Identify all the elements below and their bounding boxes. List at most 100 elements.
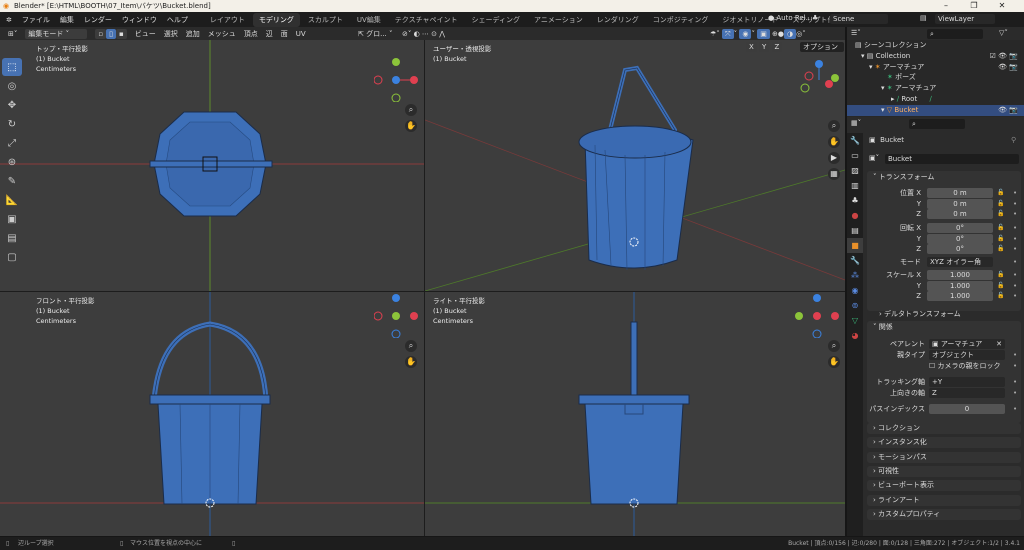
mode-dropdown[interactable]: 編集モード ˅: [25, 28, 88, 39]
menu-face[interactable]: 面: [281, 29, 288, 39]
data-tab-icon[interactable]: ▽: [847, 313, 863, 328]
scale-tool-icon[interactable]: ⤢: [2, 134, 22, 152]
lock-icon[interactable]: 🔓: [997, 281, 1004, 291]
constraints-tab-icon[interactable]: ⊚: [847, 298, 863, 313]
parent-type-dropdown[interactable]: オブジェクト: [929, 350, 1005, 360]
parent-field[interactable]: ▣ アーマチュア ✕: [929, 339, 1005, 349]
minimize-button[interactable]: –: [935, 0, 957, 12]
rotation-mode-dropdown[interactable]: XYZ オイラー角: [927, 257, 993, 267]
outliner-item-selected[interactable]: ▾ ▽ Bucket 👁 📷: [847, 104, 1024, 116]
cursor-tool-icon[interactable]: ◎: [2, 77, 22, 95]
zoom-icon[interactable]: ⌕: [405, 340, 417, 352]
physics-tab-icon[interactable]: ◉: [847, 283, 863, 298]
scene-field[interactable]: Scene: [830, 14, 888, 24]
axis-lock-buttons[interactable]: X Y Z: [746, 42, 783, 52]
keyframe-dot[interactable]: •: [1013, 188, 1017, 198]
menu-window[interactable]: ウィンドウ: [122, 15, 157, 25]
viewport-display-panel[interactable]: › ビューポート表示: [867, 480, 1021, 491]
outliner-item[interactable]: ✶ ポーズ: [847, 72, 1024, 83]
lock-icon[interactable]: 🔓: [997, 188, 1004, 198]
visibility-icons[interactable]: ☑ 👁 📷: [990, 51, 1018, 62]
lock-icon[interactable]: 🔓: [997, 223, 1004, 233]
axis-gizmo[interactable]: [795, 294, 839, 339]
menu-vertex[interactable]: 頂点: [244, 29, 258, 39]
material-tab-icon[interactable]: ◕: [847, 328, 863, 343]
line-art-panel[interactable]: › ラインアート: [867, 495, 1021, 506]
up-axis-dropdown[interactable]: Z: [929, 388, 1005, 398]
location-x-field[interactable]: 0 m: [927, 188, 993, 198]
pivot-icon[interactable]: ⊘˅ ◐ ⋯ ⊙ ⋀: [402, 30, 445, 38]
viewlayer-icon[interactable]: ▤: [920, 14, 927, 22]
outliner-item[interactable]: ▾ ▤ Collection ☑ 👁 📷: [847, 51, 1024, 62]
object-name-field[interactable]: Bucket: [885, 154, 1019, 164]
tab-layout[interactable]: レイアウト: [204, 13, 251, 27]
orientation-dropdown[interactable]: ⇱ グロ... ˅: [358, 29, 393, 39]
rotation-y-field[interactable]: 0°: [927, 234, 993, 244]
scene-icon[interactable]: ♣: [812, 14, 818, 22]
outliner-item[interactable]: ▸ ∕ Root ∕: [847, 94, 1024, 105]
tab-compositing[interactable]: コンポジティング: [647, 13, 715, 27]
location-y-field[interactable]: 0 m: [927, 199, 993, 209]
tool-tab-icon[interactable]: 🔧: [847, 133, 863, 148]
zoom-icon[interactable]: ⌕: [828, 340, 840, 352]
extrude-tool-icon[interactable]: ▤: [2, 229, 22, 247]
menu-render[interactable]: レンダー: [84, 15, 112, 25]
transform-header[interactable]: ˅ トランスフォーム: [867, 171, 1021, 183]
grid-view-icon[interactable]: ▦: [828, 168, 840, 180]
rotate-tool-icon[interactable]: ↻: [2, 115, 22, 133]
modifier-tab-icon[interactable]: 🔧: [847, 253, 863, 268]
outliner-item[interactable]: ▾ ✶ アーマチュア: [847, 83, 1024, 94]
visibility-panel[interactable]: › 可視性: [867, 466, 1021, 477]
tracking-axis-dropdown[interactable]: +Y: [929, 377, 1005, 387]
zoom-icon[interactable]: ⌕: [828, 120, 840, 132]
motion-paths-panel[interactable]: › モーションパス: [867, 452, 1021, 463]
add-cube-tool-icon[interactable]: ▣: [2, 210, 22, 228]
select-tool-icon[interactable]: ⬚: [2, 58, 22, 76]
lock-icon[interactable]: 🔓: [997, 209, 1004, 219]
pan-hand-icon[interactable]: ✋: [828, 356, 840, 368]
annotate-tool-icon[interactable]: ✎: [2, 172, 22, 190]
delta-transform-subpanel[interactable]: › デルタトランスフォーム: [879, 309, 961, 319]
visibility-icons[interactable]: 👁 📷: [998, 62, 1018, 73]
menu-uv[interactable]: UV: [296, 30, 306, 38]
menu-help[interactable]: ヘルプ: [167, 15, 188, 25]
collections-panel[interactable]: › コレクション: [867, 423, 1021, 434]
shading-buttons[interactable]: ☂˅ ⤧ ˅ ◉ ˅ ▣ ⊕● ◑ ◎˅: [710, 28, 806, 39]
close-button[interactable]: ✕: [991, 0, 1013, 12]
outliner-item[interactable]: ▾ ✶ アーマチュア 👁 📷: [847, 62, 1024, 73]
pan-hand-icon[interactable]: ✋: [828, 136, 840, 148]
pass-index-field[interactable]: 0: [929, 404, 1005, 414]
outliner-search[interactable]: ⌕: [927, 29, 983, 39]
tab-animation[interactable]: アニメーション: [528, 13, 589, 27]
filter-icon[interactable]: ▽˅: [999, 29, 1008, 37]
object-datablock-icon[interactable]: ▣˅: [869, 154, 879, 162]
axis-gizmo[interactable]: [373, 58, 418, 103]
axis-gizmo[interactable]: [373, 294, 418, 339]
tab-shading[interactable]: シェーディング: [466, 13, 527, 27]
move-tool-icon[interactable]: ✥: [2, 96, 22, 114]
pan-hand-icon[interactable]: ✋: [405, 120, 417, 132]
pan-hand-icon[interactable]: ✋: [405, 356, 417, 368]
menu-file[interactable]: ファイル: [22, 15, 50, 25]
lock-camera-checkbox[interactable]: ☐ カメラの親をロック: [929, 361, 1001, 371]
viewport-right[interactable]: ライト・平行投影 (1) Bucket Centimeters ⌕ ✋: [425, 292, 845, 536]
menu-select[interactable]: 選択: [164, 29, 178, 39]
lock-icon[interactable]: 🔓: [997, 270, 1004, 280]
transform-tool-icon[interactable]: ⊛: [2, 153, 22, 171]
editor-type-icon[interactable]: ▦˅: [851, 119, 861, 127]
lock-icon[interactable]: 🔓: [997, 199, 1004, 209]
options-dropdown[interactable]: オプション: [800, 42, 844, 52]
custom-properties-panel[interactable]: › カスタムプロパティ: [867, 509, 1021, 520]
inset-tool-icon[interactable]: ▢: [2, 248, 22, 266]
axis-gizmo[interactable]: [797, 58, 841, 102]
particles-tab-icon[interactable]: ⁂: [847, 268, 863, 283]
select-mode-buttons[interactable]: ▫ ▯ ▪: [95, 28, 127, 39]
collection-tab-icon[interactable]: ▤: [847, 223, 863, 238]
relations-header[interactable]: ˅ 関係: [867, 321, 1021, 333]
properties-search[interactable]: ⌕: [909, 119, 965, 129]
display-mode-icon[interactable]: ☰˅: [851, 29, 861, 37]
viewport-front[interactable]: フロント・平行投影 (1) Bucket Centimeters ⌕ ✋: [0, 292, 424, 536]
rotation-z-field[interactable]: 0°: [927, 244, 993, 254]
lock-icon[interactable]: 🔓: [997, 234, 1004, 244]
scale-x-field[interactable]: 1.000: [927, 270, 993, 280]
